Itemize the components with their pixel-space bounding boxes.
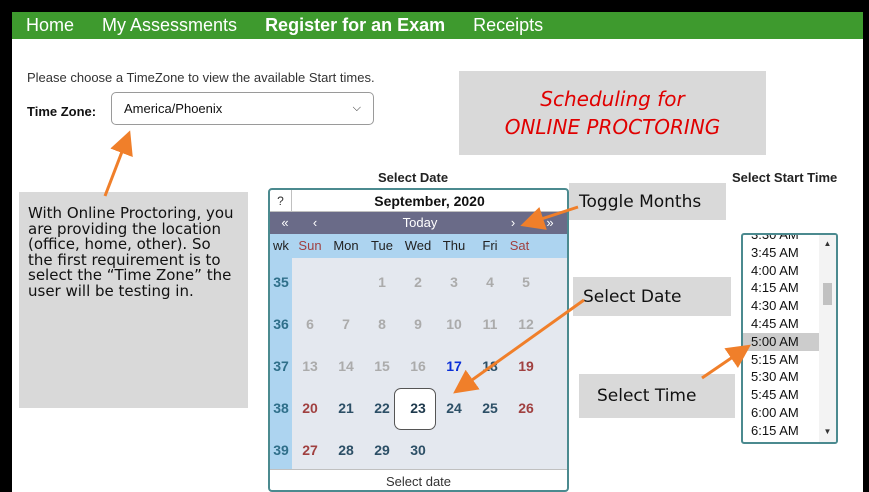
calendar-day[interactable]: 14 [328, 348, 364, 384]
weekday-wed: Wed [404, 238, 432, 253]
calendar-title-bar: ? September, 2020 [270, 190, 567, 212]
scroll-thumb[interactable] [823, 283, 832, 305]
time-option[interactable]: 4:00 AM [743, 262, 819, 280]
calendar-day[interactable]: 20 [292, 390, 328, 426]
calendar-grid: 35 36 37 38 39 1 2 3 4 5 6 7 8 9 10 11 12 13 14 15 16 17 18 19… [270, 258, 567, 469]
calendar-day[interactable]: 3 [436, 264, 472, 300]
calendar-day[interactable]: 19 [508, 348, 544, 384]
scheduling-callout: Scheduling for ONLINE PROCTORING [459, 71, 766, 155]
prev-year-button[interactable]: « [270, 212, 300, 234]
calendar-day[interactable]: 6 [292, 306, 328, 342]
week-number: 37 [273, 358, 289, 374]
calendar-day[interactable]: 27 [292, 432, 328, 468]
time-list-scrollbar[interactable]: ▲ ▼ [819, 235, 836, 442]
calendar-nav-bar: « ‹ Today › » [270, 212, 567, 234]
calendar-day[interactable]: 5 [508, 264, 544, 300]
select-start-time-heading: Select Start Time [732, 170, 838, 185]
calendar-day[interactable]: 29 [364, 432, 400, 468]
toggle-months-callout: Toggle Months [569, 183, 726, 220]
time-option[interactable]: 3:45 AM [743, 244, 819, 262]
timezone-label: Time Zone: [27, 104, 97, 119]
selected-time-option[interactable]: 5:00 AM [743, 332, 819, 351]
calendar-day[interactable]: 16 [400, 348, 436, 384]
week-number: 35 [273, 274, 289, 290]
selected-day[interactable]: 23 [400, 390, 436, 426]
calendar-month-label: September, 2020 [374, 193, 485, 209]
top-nav: Home My Assessments Register for an Exam Re… [12, 12, 863, 39]
calendar-day[interactable]: 4 [472, 264, 508, 300]
start-time-list[interactable]: 3:30 AM 3:45 AM 4:00 AM 4:15 AM 4:30 AM 4:45 … [741, 233, 838, 444]
prev-month-button[interactable]: ‹ [300, 212, 330, 234]
calendar-day[interactable]: 30 [400, 432, 436, 468]
today-button[interactable]: Today [370, 212, 470, 234]
date-calendar: ? September, 2020 « ‹ Today › » wk Sun Mon… [268, 188, 569, 492]
calendar-day[interactable]: 11 [472, 306, 508, 342]
calendar-day[interactable]: 15 [364, 348, 400, 384]
calendar-day[interactable]: 8 [364, 306, 400, 342]
nav-item-register-for-an-exam[interactable]: Register for an Exam [251, 12, 459, 39]
select-time-callout: Select Time [579, 374, 735, 418]
week-number-column: 35 36 37 38 39 [270, 258, 292, 469]
nav-item-home[interactable]: Home [12, 12, 88, 39]
calendar-day[interactable]: 9 [400, 306, 436, 342]
calendar-day[interactable]: 12 [508, 306, 544, 342]
weekday-tue: Tue [371, 238, 393, 253]
calendar-day[interactable]: 17 [436, 348, 472, 384]
week-number: 36 [273, 316, 289, 332]
toggle-months-label: Toggle Months [579, 191, 702, 212]
timezone-select[interactable]: America/Phoenix ⌵ [111, 92, 374, 125]
select-date-label: Select Date [583, 286, 682, 307]
scheduling-callout-line1: Scheduling for [540, 87, 685, 111]
chevron-down-icon: ⌵ [352, 102, 361, 114]
screenshot-frame: Home My Assessments Register for an Exam Re… [12, 12, 863, 492]
time-option[interactable]: 5:15 AM [743, 351, 819, 369]
scroll-up-icon[interactable]: ▲ [819, 239, 836, 248]
time-option[interactable]: 4:30 AM [743, 297, 819, 315]
time-option[interactable]: 4:15 AM [743, 279, 819, 297]
time-option[interactable]: 5:30 AM [743, 368, 819, 386]
online-proctoring-text: With Online Proctoring, you are providin… [28, 204, 234, 300]
scroll-down-icon[interactable]: ▼ [819, 427, 836, 436]
calendar-day[interactable]: 1 [364, 264, 400, 300]
time-option[interactable]: 6:15 AM [743, 422, 819, 440]
weekday-mon: Mon [333, 238, 359, 253]
time-option[interactable]: 5:45 AM [743, 386, 819, 404]
next-year-button[interactable]: » [535, 212, 565, 234]
time-option[interactable]: 3:30 AM [743, 235, 819, 244]
nav-item-receipts[interactable]: Receipts [459, 12, 557, 39]
weekday-sun: Sun [298, 238, 322, 253]
timezone-value: America/Phoenix [124, 101, 223, 116]
calendar-day[interactable]: 7 [328, 306, 364, 342]
calendar-day[interactable]: 2 [400, 264, 436, 300]
select-date-heading: Select Date [378, 170, 449, 185]
calendar-day[interactable]: 10 [436, 306, 472, 342]
select-time-label: Select Time [597, 386, 697, 406]
calendar-day[interactable]: 28 [328, 432, 364, 468]
time-option[interactable]: 6:00 AM [743, 404, 819, 422]
time-option[interactable]: 4:45 AM [743, 315, 819, 333]
calendar-day[interactable]: 18 [472, 348, 508, 384]
calendar-day[interactable]: 25 [472, 390, 508, 426]
calendar-footer: Select date [270, 469, 567, 490]
calendar-day[interactable]: 21 [328, 390, 364, 426]
online-proctoring-callout: With Online Proctoring, you are providin… [19, 192, 248, 408]
week-number: 38 [273, 400, 289, 416]
week-number: 39 [273, 442, 289, 458]
calendar-help-button[interactable]: ? [270, 190, 292, 212]
timezone-prompt: Please choose a TimeZone to view the ava… [27, 70, 375, 85]
nav-item-my-assessments[interactable]: My Assessments [88, 12, 251, 39]
calendar-day[interactable]: 24 [436, 390, 472, 426]
timezone-arrow [103, 130, 133, 197]
next-month-button[interactable]: › [498, 212, 528, 234]
calendar-day[interactable]: 13 [292, 348, 328, 384]
weekday-header-row: wk Sun Mon Tue Wed Thu Fri Sat [270, 234, 567, 258]
weekday-sat: Sat [509, 238, 530, 253]
select-date-callout: Select Date [573, 277, 731, 316]
weekday-wk: wk [273, 238, 289, 253]
calendar-day[interactable]: 26 [508, 390, 544, 426]
scheduling-callout-line2: ONLINE PROCTORING [504, 115, 721, 139]
weekday-fri: Fri [482, 238, 498, 253]
weekday-thu: Thu [442, 238, 466, 253]
